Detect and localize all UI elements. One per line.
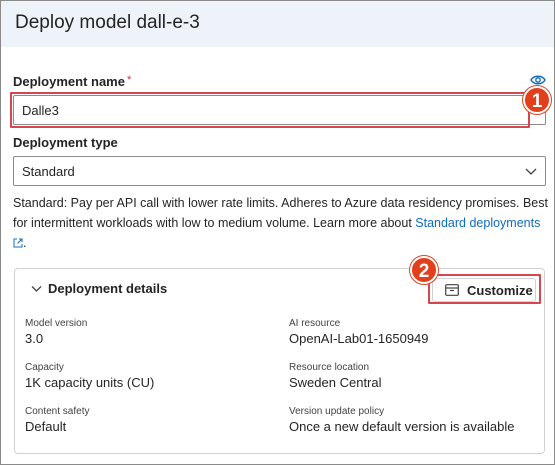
deployment-type-description: Standard: Pay per API call with lower ra…	[13, 196, 548, 250]
step-badge-2: 2	[410, 256, 438, 284]
property-key: Resource location	[289, 362, 370, 373]
deployment-type-label: Deployment type	[13, 135, 118, 150]
eye-icon[interactable]	[530, 74, 546, 86]
property-key: Model version	[25, 318, 88, 329]
property-key: Content safety	[25, 406, 90, 417]
property-value: OpenAI-Lab01-1650949	[289, 331, 429, 346]
deployment-details-heading[interactable]: Deployment details	[48, 281, 167, 296]
property-value: Once a new default version is available	[289, 419, 515, 434]
highlight-box-1	[10, 92, 530, 128]
deployment-name-label: Deployment name *	[13, 74, 131, 89]
required-marker: *	[126, 74, 132, 86]
chevron-down-icon[interactable]	[31, 285, 42, 293]
page-title: Deploy model dall-e-3	[15, 12, 200, 33]
deployment-type-select[interactable]: Standard	[13, 156, 546, 186]
property-value: 3.0	[25, 331, 44, 346]
property-key: Version update policy	[289, 406, 385, 417]
highlight-box-2	[428, 274, 541, 304]
standard-deployments-link[interactable]: Standard deployments	[415, 216, 540, 230]
chevron-down-icon	[525, 168, 537, 175]
step-badge-1: 1	[523, 86, 551, 114]
deployment-type-value: Standard	[22, 164, 75, 179]
property-key: AI resource	[289, 318, 341, 329]
dialog-header: Deploy model dall-e-3	[1, 1, 554, 47]
external-link-icon[interactable]	[13, 238, 23, 248]
deployment-name-label-text: Deployment name	[13, 74, 125, 89]
property-value: Default	[25, 419, 67, 434]
property-value: 1K capacity units (CU)	[25, 375, 155, 390]
property-key: Capacity	[25, 362, 64, 373]
property-value: Sweden Central	[289, 375, 382, 390]
